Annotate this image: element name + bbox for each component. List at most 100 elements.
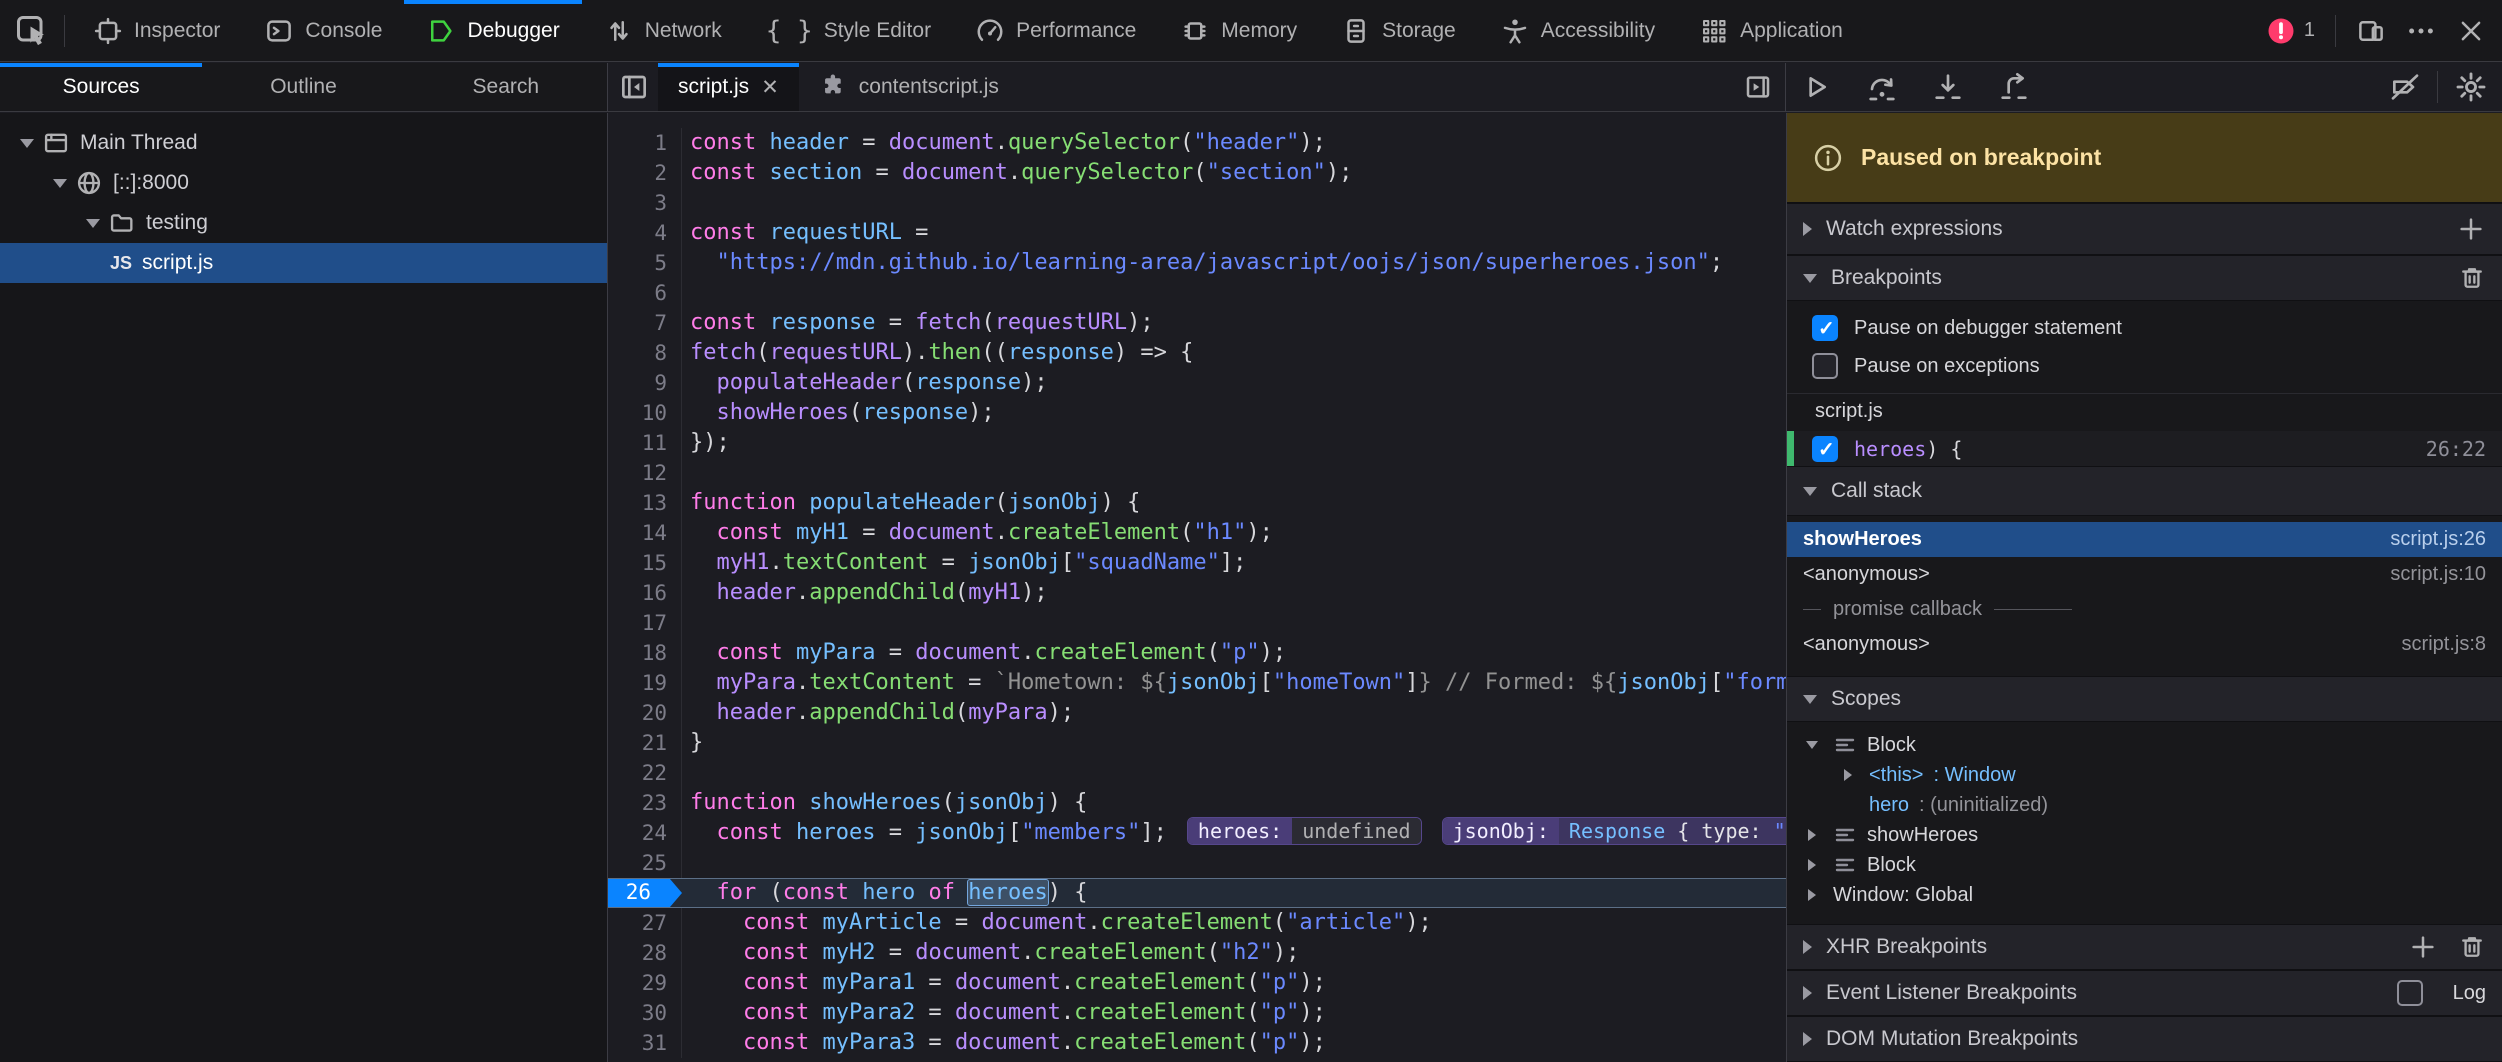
chevron-down-icon[interactable] <box>1803 695 1817 704</box>
dom-mutation-breakpoints-header[interactable]: DOM Mutation Breakpoints <box>1787 1016 2502 1062</box>
tab-performance[interactable]: Performance <box>953 0 1158 61</box>
breakpoint-checkbox[interactable] <box>1812 436 1838 462</box>
line-number[interactable]: 23 <box>608 788 682 818</box>
close-tab-icon[interactable]: ✕ <box>761 75 779 100</box>
chevron-right-icon[interactable] <box>1803 1032 1812 1046</box>
watch-expressions-header[interactable]: Watch expressions <box>1787 203 2502 255</box>
error-count[interactable]: 1 <box>2304 19 2315 42</box>
chevron-down-icon[interactable] <box>86 219 100 228</box>
line-number[interactable]: 12 <box>608 458 682 488</box>
line-number[interactable]: 22 <box>608 758 682 788</box>
responsive-design-button[interactable] <box>2356 16 2386 46</box>
step-over-button[interactable] <box>1866 71 1898 103</box>
tab-application[interactable]: Application <box>1677 0 1865 61</box>
scope-row[interactable]: Block <box>1787 730 2502 760</box>
line-number[interactable]: 19 <box>608 668 682 698</box>
line-number[interactable]: 16 <box>608 578 682 608</box>
call-stack-header[interactable]: Call stack <box>1787 466 2502 516</box>
expand-panel-button[interactable] <box>1743 72 1773 102</box>
scopes-header[interactable]: Scopes <box>1787 676 2502 722</box>
line-number[interactable]: 18 <box>608 638 682 668</box>
tab-console[interactable]: Console <box>242 0 404 61</box>
scope-row[interactable]: hero: (uninitialized) <box>1787 790 2502 820</box>
add-xhr-breakpoint-button[interactable] <box>2408 932 2438 962</box>
tab-style-editor[interactable]: { }Style Editor <box>744 0 953 61</box>
editor-tab-contentscript-js[interactable]: contentscript.js <box>799 63 1019 111</box>
deactivate-breakpoints-button[interactable] <box>2389 71 2421 103</box>
step-out-button[interactable] <box>1998 71 2030 103</box>
tree-item-testing[interactable]: testing <box>0 203 607 243</box>
tab-inspector[interactable]: Inspector <box>71 0 242 61</box>
line-number[interactable]: 7 <box>608 308 682 338</box>
checkbox[interactable] <box>1812 315 1838 341</box>
line-number[interactable]: 4 <box>608 218 682 248</box>
tab-accessibility[interactable]: Accessibility <box>1478 0 1677 61</box>
chevron-right-icon[interactable] <box>1803 222 1812 236</box>
line-number[interactable]: 25 <box>608 848 682 878</box>
line-number[interactable]: 8 <box>608 338 682 368</box>
debugger-settings-button[interactable] <box>2454 70 2488 104</box>
breakpoints-header[interactable]: Breakpoints <box>1787 255 2502 301</box>
sidebar-tab-outline[interactable]: Outline <box>202 63 404 111</box>
line-number[interactable]: 27 <box>608 908 682 938</box>
step-in-button[interactable] <box>1932 71 1964 103</box>
error-badge-icon[interactable] <box>2266 16 2296 46</box>
scope-row[interactable]: showHeroes <box>1787 820 2502 850</box>
line-number[interactable]: 9 <box>608 368 682 398</box>
line-number[interactable]: 2 <box>608 158 682 188</box>
code-editor[interactable]: 1const header = document.querySelector("… <box>608 113 1786 1062</box>
line-number[interactable]: 14 <box>608 518 682 548</box>
line-number[interactable]: 30 <box>608 998 682 1028</box>
line-number[interactable]: 29 <box>608 968 682 998</box>
line-number[interactable]: 13 <box>608 488 682 518</box>
chevron-right-icon[interactable] <box>1801 829 1823 841</box>
call-stack-frame[interactable]: <anonymous>script.js:10 <box>1787 557 2502 592</box>
line-number[interactable]: 28 <box>608 938 682 968</box>
line-number[interactable]: 10 <box>608 398 682 428</box>
tab-storage[interactable]: Storage <box>1319 0 1478 61</box>
tab-debugger[interactable]: Debugger <box>404 0 581 61</box>
line-number[interactable]: 20 <box>608 698 682 728</box>
chevron-down-icon[interactable] <box>1801 741 1823 749</box>
line-number[interactable]: 6 <box>608 278 682 308</box>
line-number[interactable]: 3 <box>608 188 682 218</box>
remove-xhr-breakpoints-button[interactable] <box>2458 933 2486 961</box>
chevron-right-icon[interactable] <box>1801 889 1823 901</box>
close-devtools-button[interactable] <box>2456 16 2486 46</box>
line-number[interactable]: 17 <box>608 608 682 638</box>
tree-item-main-thread[interactable]: Main Thread <box>0 123 607 163</box>
scope-row[interactable]: Block <box>1787 850 2502 880</box>
checkbox[interactable] <box>1812 353 1838 379</box>
line-number[interactable]: 31 <box>608 1028 682 1058</box>
line-number[interactable]: 26 <box>608 879 682 907</box>
tree-item-script-js[interactable]: JSscript.js <box>0 243 607 283</box>
line-number[interactable]: 21 <box>608 728 682 758</box>
chevron-down-icon[interactable] <box>53 179 67 188</box>
breakpoint-item[interactable]: heroes) { 26:22 <box>1787 431 2502 466</box>
line-number[interactable]: 5 <box>608 248 682 278</box>
event-listener-breakpoints-header[interactable]: Event Listener Breakpoints Log <box>1787 970 2502 1016</box>
chevron-right-icon[interactable] <box>1803 940 1812 954</box>
scope-row[interactable]: <this>: Window <box>1787 760 2502 790</box>
chevron-down-icon[interactable] <box>1803 274 1817 283</box>
chevron-right-icon[interactable] <box>1837 769 1859 781</box>
line-number[interactable]: 11 <box>608 428 682 458</box>
add-watch-expression-button[interactable] <box>2456 214 2486 244</box>
tab-memory[interactable]: Memory <box>1158 0 1319 61</box>
breakpoint-option[interactable]: Pause on debugger statement <box>1787 309 2502 347</box>
meatball-menu-button[interactable] <box>2406 16 2436 46</box>
breakpoint-option[interactable]: Pause on exceptions <box>1787 347 2502 385</box>
remove-breakpoints-button[interactable] <box>2458 264 2486 292</box>
resume-button[interactable] <box>1800 71 1832 103</box>
scope-row[interactable]: Window: Global <box>1787 880 2502 910</box>
tab-network[interactable]: Network <box>582 0 744 61</box>
xhr-breakpoints-header[interactable]: XHR Breakpoints <box>1787 924 2502 970</box>
hide-sources-panel-button[interactable] <box>618 71 650 103</box>
call-stack-frame[interactable]: <anonymous>script.js:8 <box>1787 627 2502 662</box>
event-log-checkbox[interactable] <box>2397 980 2423 1006</box>
chevron-right-icon[interactable] <box>1803 986 1812 1000</box>
chevron-down-icon[interactable] <box>1803 487 1817 496</box>
line-number[interactable]: 15 <box>608 548 682 578</box>
element-picker-button[interactable] <box>14 13 50 49</box>
sidebar-tab-search[interactable]: Search <box>405 63 607 111</box>
